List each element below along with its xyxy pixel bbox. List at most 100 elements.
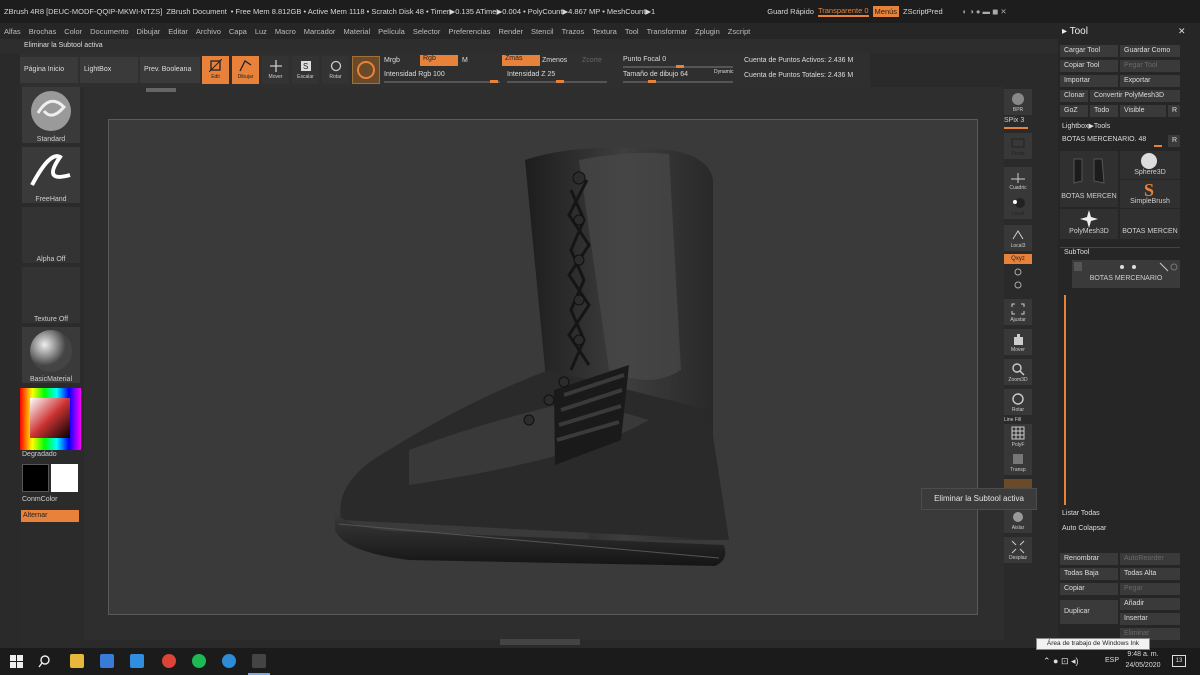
edit-button[interactable]: Edit bbox=[202, 56, 229, 84]
current-tool-handle[interactable] bbox=[1154, 145, 1162, 147]
rotate-view-button[interactable]: Rotar bbox=[1004, 389, 1032, 415]
gradient-label[interactable]: Degradado bbox=[22, 451, 57, 458]
all-high-button[interactable]: Todas Alta bbox=[1120, 568, 1180, 580]
zbrush-app-icon[interactable] bbox=[252, 654, 266, 668]
mrgb-toggle[interactable]: Mrgb bbox=[384, 57, 400, 64]
tool-thumb-sphere[interactable]: Sphere3D bbox=[1120, 151, 1180, 179]
default-zscript-button[interactable]: ZScriptPred bbox=[903, 7, 943, 16]
axis-rotation-icon[interactable] bbox=[1012, 267, 1024, 291]
autoreorder-button[interactable]: AutoReorder bbox=[1120, 553, 1180, 565]
menu-item-transformar[interactable]: Transformar bbox=[647, 27, 688, 36]
current-tool-slider[interactable]: BOTAS MERCENARIO. 48 bbox=[1062, 136, 1146, 143]
chrome-icon[interactable] bbox=[162, 654, 176, 668]
menu-item-trazos[interactable]: Trazos bbox=[562, 27, 585, 36]
lightbox-tools-button[interactable]: Lightbox▶Tools bbox=[1062, 122, 1110, 130]
dynamic-toggle[interactable]: Dynamic bbox=[714, 69, 733, 75]
draw-size-handle[interactable] bbox=[648, 80, 656, 83]
spotify-icon[interactable] bbox=[192, 654, 206, 668]
tray-icons[interactable]: ⌃ ● ⊡ ◂) bbox=[1043, 656, 1079, 667]
clone-button[interactable]: Clonar bbox=[1060, 90, 1088, 102]
draw-size-slider[interactable] bbox=[623, 81, 733, 83]
menu-item-zplugin[interactable]: Zplugin bbox=[695, 27, 720, 36]
window-controls[interactable]: ◐ ◑ ● ▬ ◼ ✕ bbox=[963, 7, 1007, 16]
menu-item-color[interactable]: Color bbox=[64, 27, 82, 36]
local-symmetry-button[interactable]: Local3 bbox=[1004, 225, 1032, 251]
z-intensity-handle[interactable] bbox=[556, 80, 564, 83]
move-button[interactable]: Mover bbox=[262, 56, 289, 84]
menu-item-macro[interactable]: Macro bbox=[275, 27, 296, 36]
menu-item-preferencias[interactable]: Preferencias bbox=[448, 27, 490, 36]
paste-subtool-button[interactable]: Pegar bbox=[1120, 583, 1180, 595]
transparency-button[interactable]: Transp bbox=[1004, 449, 1032, 475]
alpha-selector[interactable] bbox=[22, 207, 80, 263]
menus-button[interactable]: Menús bbox=[872, 6, 900, 17]
menu-item-stencil[interactable]: Stencil bbox=[531, 27, 554, 36]
home-page-button[interactable]: Página Inicio bbox=[20, 57, 78, 83]
rename-button[interactable]: Renombrar bbox=[1060, 553, 1118, 565]
tool-thumb-polymesh[interactable]: PolyMesh3D bbox=[1060, 209, 1118, 239]
menu-item-marcador[interactable]: Marcador bbox=[304, 27, 336, 36]
zsub-toggle[interactable]: Zmenos bbox=[542, 57, 567, 64]
document-viewport[interactable] bbox=[108, 119, 978, 615]
current-tool-r-button[interactable]: R bbox=[1168, 135, 1180, 147]
mail-icon[interactable] bbox=[130, 654, 144, 668]
menu-item-archivo[interactable]: Archivo bbox=[196, 27, 221, 36]
brush-selector[interactable] bbox=[22, 87, 80, 143]
goz-r-button[interactable]: R bbox=[1168, 105, 1180, 117]
scale-button[interactable]: S Escalar bbox=[292, 56, 319, 84]
canvas-scroll-handle[interactable] bbox=[146, 88, 176, 92]
polyframe-button[interactable]: PolyF bbox=[1004, 424, 1032, 450]
goz-all-button[interactable]: Todo bbox=[1090, 105, 1118, 117]
xpose-button[interactable]: Desplaz bbox=[1004, 537, 1032, 563]
clock-date[interactable]: 24/05/2020 bbox=[1125, 662, 1161, 669]
menu-item-editar[interactable]: Editar bbox=[168, 27, 188, 36]
import-button[interactable]: Importar bbox=[1060, 75, 1118, 87]
make-polymesh-button[interactable]: Convertir PolyMesh3D bbox=[1090, 90, 1180, 102]
menu-item-capa[interactable]: Capa bbox=[229, 27, 247, 36]
move-view-button[interactable]: Mover bbox=[1004, 329, 1032, 355]
insert-button[interactable]: Insertar bbox=[1120, 613, 1180, 625]
menu-item-alfas[interactable]: Alfas bbox=[4, 27, 21, 36]
bpr-button[interactable]: BPR bbox=[1004, 89, 1032, 115]
live-boolean-button[interactable]: Prev. Booleana bbox=[140, 57, 200, 83]
copy-subtool-button[interactable]: Copiar bbox=[1060, 583, 1118, 595]
solo-button[interactable]: Aislar bbox=[1004, 507, 1032, 533]
goz-button[interactable]: GoZ bbox=[1060, 105, 1088, 117]
perspective-button[interactable]: Persp bbox=[1004, 133, 1032, 159]
rgb-toggle[interactable]: Rgb bbox=[420, 55, 458, 66]
list-all-button[interactable]: Listar Todas bbox=[1062, 510, 1100, 517]
xyz-button[interactable]: Qxyz bbox=[1004, 254, 1032, 264]
tool-thumb-simplebrush[interactable]: S SimpleBrush bbox=[1120, 180, 1180, 208]
teamviewer-icon[interactable] bbox=[222, 654, 236, 668]
clock-time[interactable]: 9:48 a. m. bbox=[1125, 651, 1161, 658]
save-as-button[interactable]: Guardar Como bbox=[1120, 45, 1180, 57]
texture-selector[interactable] bbox=[22, 267, 80, 323]
color-picker[interactable] bbox=[20, 388, 81, 450]
windows-start-icon[interactable] bbox=[10, 655, 23, 668]
tool-panel-title[interactable]: ▸ Tool bbox=[1062, 26, 1088, 37]
rgb-intensity-slider[interactable] bbox=[384, 81, 500, 83]
search-icon[interactable] bbox=[38, 655, 51, 668]
subtool-header[interactable]: SubTool bbox=[1064, 249, 1089, 256]
menu-item-pel-cula[interactable]: Película bbox=[378, 27, 405, 36]
tool-thumb-boot-1[interactable]: BOTAS MERCEN bbox=[1060, 151, 1118, 207]
main-color-swatch[interactable] bbox=[22, 464, 49, 492]
language-indicator[interactable]: ESP bbox=[1105, 657, 1119, 664]
zcut-toggle[interactable]: Zcorte bbox=[582, 57, 602, 64]
store-icon[interactable] bbox=[100, 654, 114, 668]
copy-tool-button[interactable]: Copiar Tool bbox=[1060, 60, 1118, 72]
secondary-color-swatch[interactable] bbox=[51, 464, 78, 492]
lightbox-button[interactable]: LightBox bbox=[80, 57, 138, 83]
quicksave-button[interactable]: Guard Rápido bbox=[767, 7, 814, 16]
menu-item-documento[interactable]: Documento bbox=[90, 27, 128, 36]
floor-button[interactable]: Cuadric bbox=[1004, 167, 1032, 193]
alternate-button[interactable]: Alternar bbox=[21, 510, 79, 522]
file-explorer-icon[interactable] bbox=[70, 654, 84, 668]
load-tool-button[interactable]: Cargar Tool bbox=[1060, 45, 1118, 57]
menu-item-textura[interactable]: Textura bbox=[592, 27, 617, 36]
material-swatch[interactable] bbox=[352, 56, 380, 84]
stroke-selector[interactable] bbox=[22, 147, 80, 203]
spix-slider[interactable]: SPix 3 bbox=[1004, 117, 1024, 124]
draw-button[interactable]: Dibujar bbox=[232, 56, 259, 84]
viewport-scroll-handle[interactable] bbox=[500, 639, 580, 645]
